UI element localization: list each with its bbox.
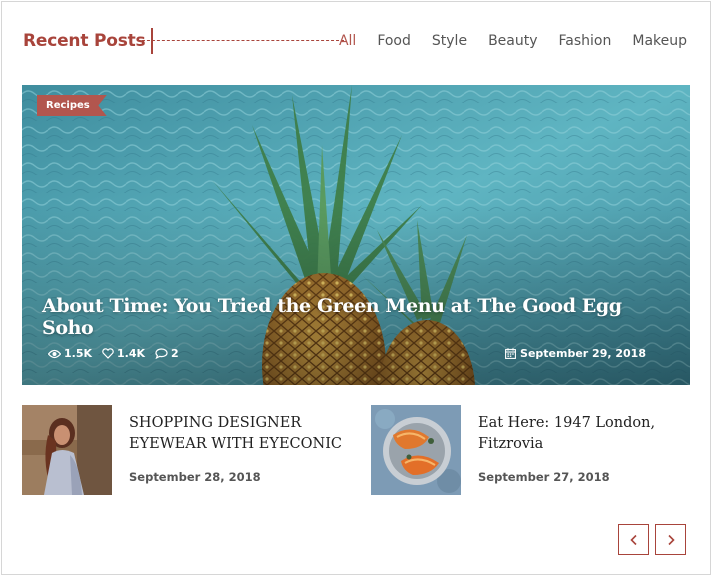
views-stat: 1.5K (48, 347, 92, 360)
tab-beauty[interactable]: Beauty (488, 28, 537, 54)
chevron-right-icon (667, 534, 675, 545)
tab-food[interactable]: Food (377, 28, 411, 54)
comments-count: 2 (171, 347, 179, 360)
tab-style[interactable]: Style (432, 28, 467, 54)
widget-header: Recent Posts All Food Style Beauty Fashi… (23, 28, 691, 56)
featured-date-text: September 29, 2018 (520, 347, 646, 360)
image-overlay (22, 85, 690, 385)
featured-post[interactable]: Recipes About Time: You Tried the Green … (22, 85, 690, 385)
list-item[interactable]: SHOPPING DESIGNER EYEWEAR WITH EYECONIC … (22, 405, 342, 495)
likes-stat: 1.4K (102, 347, 145, 360)
post-date: September 28, 2018 (129, 470, 261, 484)
views-count: 1.5K (64, 347, 93, 360)
tab-fashion[interactable]: Fashion (559, 28, 612, 54)
recent-posts-widget: Recent Posts All Food Style Beauty Fashi… (1, 1, 711, 575)
post-date: September 27, 2018 (478, 470, 610, 484)
title-divider (137, 40, 344, 41)
heart-icon (102, 348, 114, 359)
post-title[interactable]: Eat Here: 1947 London, Fitzrovia (478, 413, 693, 455)
woman-portrait-image (22, 405, 112, 495)
prev-page-button[interactable] (618, 524, 649, 555)
post-title[interactable]: SHOPPING DESIGNER EYEWEAR WITH EYECONIC (129, 413, 344, 455)
eye-icon (48, 349, 61, 358)
featured-post-title[interactable]: About Time: You Tried the Green Menu at … (42, 295, 672, 339)
tab-makeup[interactable]: Makeup (632, 28, 687, 54)
next-page-button[interactable] (655, 524, 686, 555)
tab-all[interactable]: All (339, 28, 356, 54)
shrimp-plate-image (371, 405, 461, 495)
post-thumbnail[interactable] (22, 405, 112, 495)
comment-icon (155, 348, 168, 359)
calendar-icon (505, 348, 516, 359)
chevron-left-icon (629, 534, 637, 545)
likes-count: 1.4K (117, 347, 146, 360)
comments-stat: 2 (155, 347, 179, 360)
category-badge[interactable]: Recipes (37, 95, 107, 116)
post-thumbnail[interactable] (371, 405, 461, 495)
post-stats: 1.5K 1.4K 2 (48, 347, 189, 360)
featured-post-date: September 29, 2018 (505, 347, 646, 360)
category-tabs: All Food Style Beauty Fashion Makeup (318, 28, 687, 54)
widget-title: Recent Posts (23, 28, 154, 54)
list-item[interactable]: Eat Here: 1947 London, Fitzrovia Septemb… (371, 405, 691, 495)
